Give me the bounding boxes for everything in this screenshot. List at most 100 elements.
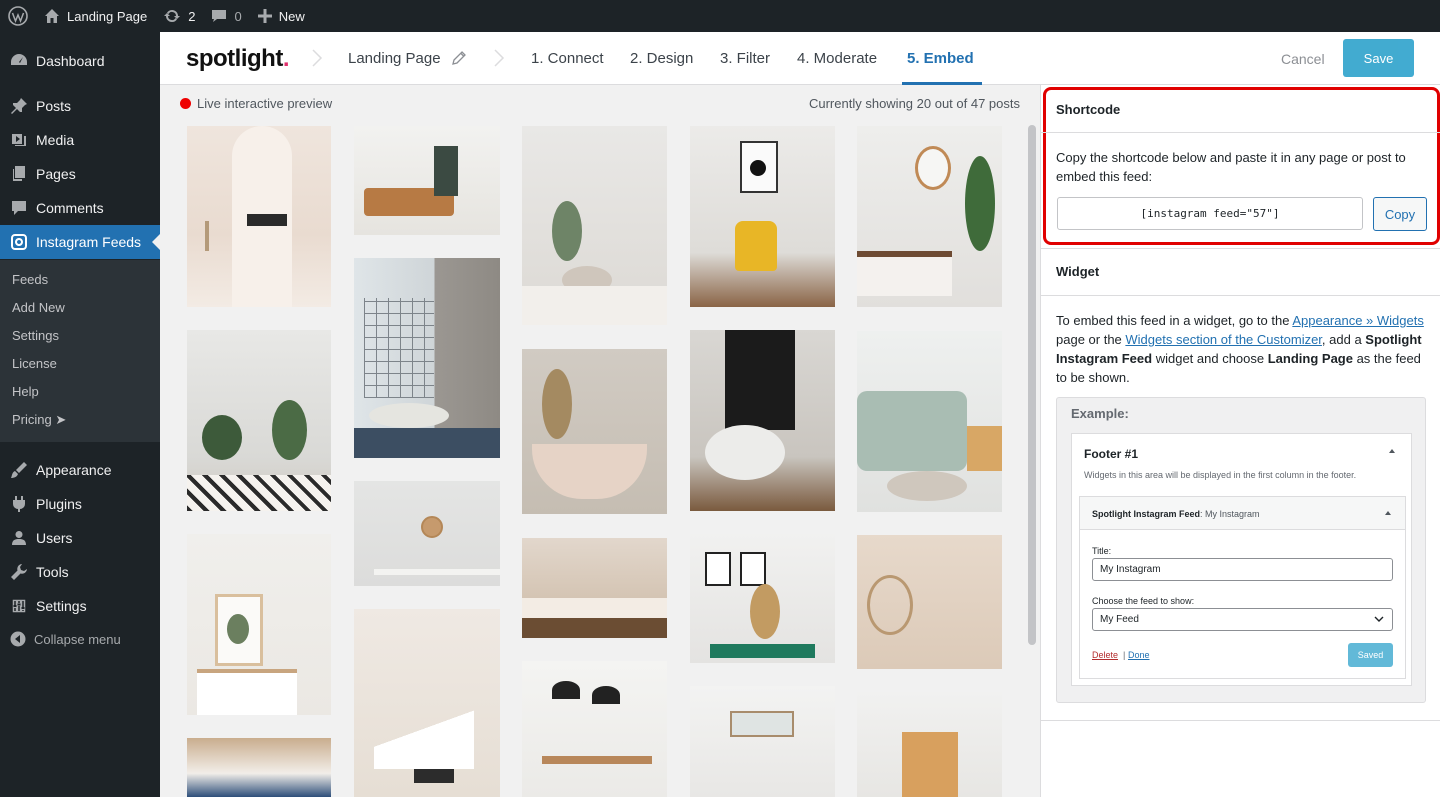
sidebar-item-posts[interactable]: Posts [0,89,160,123]
new-content-link[interactable]: New [250,0,313,32]
feed-post-image[interactable] [690,330,835,511]
comments-link[interactable]: 0 [203,0,249,32]
plus-icon [257,9,272,23]
sidebar-item-label: Dashboard [36,53,105,69]
submenu-item-add-new[interactable]: Add New [12,298,65,318]
feed-post-image[interactable] [857,692,1002,797]
tab-embed[interactable]: 5. Embed [907,50,974,67]
copy-shortcode-button[interactable]: Copy [1373,197,1427,231]
sidebar-item-tools[interactable]: Tools [0,555,160,589]
done-link: Done [1128,650,1150,660]
feed-post-image[interactable] [354,258,500,458]
plugin-icon [13,496,25,512]
footer-area-title: Footer #1 [1084,447,1139,461]
tab-filter[interactable]: 3. Filter [720,50,770,67]
comments-count: 0 [234,8,242,24]
widget-section-title: Widget [1056,264,1100,279]
feed-post-image[interactable] [187,330,331,511]
feed-post-image[interactable] [690,686,835,797]
posts-count-text: Currently showing 20 out of 47 posts [808,96,1020,111]
feed-post-image[interactable] [522,126,667,325]
wrench-icon [11,564,27,580]
chevron-right-icon [312,49,323,67]
spotlight-widget-header: Spotlight Instagram Feed: My Instagram [1080,497,1405,530]
sidebar-item-label: Pages [36,166,76,182]
appearance-widgets-link[interactable]: Appearance » Widgets [1292,313,1424,328]
footer-widget-area: Footer #1 Widgets in this area will be d… [1071,433,1412,686]
tab-connect[interactable]: 1. Connect [531,50,604,67]
feed-post-image[interactable] [857,126,1002,307]
sidebar-item-label: Tools [36,564,69,580]
feed-post-image[interactable] [354,481,500,586]
feed-post-image[interactable] [857,331,1002,512]
feed-select: My Feed [1092,608,1393,631]
sidebar-item-appearance[interactable]: Appearance [0,453,160,487]
title-field: My Instagram [1092,558,1393,581]
feed-post-image[interactable] [187,126,331,307]
feed-preview: Live interactive preview Currently showi… [160,85,1040,797]
preview-scrollbar[interactable] [1028,125,1036,645]
comment-icon [12,201,26,215]
sidebar-item-media[interactable]: Media [0,123,160,157]
feed-post-image[interactable] [690,126,835,307]
feed-post-image[interactable] [690,534,835,663]
tab-moderate[interactable]: 4. Moderate [797,50,877,67]
feed-post-image[interactable] [857,535,1002,669]
shortcode-field[interactable]: [instagram feed="57"] [1057,197,1363,230]
feed-name-label[interactable]: Landing Page [348,50,441,67]
sidebar-item-label: Appearance [36,462,112,478]
collapse-menu-button[interactable]: Collapse menu [0,622,160,656]
delete-link: Delete [1092,650,1119,660]
feed-post-image[interactable] [187,534,331,715]
sidebar-item-label: Settings [36,598,87,614]
collapse-arrow-icon [10,631,26,647]
admin-sidebar: Dashboard Posts Media Pages Comments Ins… [0,32,160,797]
site-name: Landing Page [67,8,148,24]
chevron-right-icon [494,49,505,67]
updates-link[interactable]: 2 [155,0,203,32]
divider [1041,720,1440,721]
spotlight-logo: spotlight. [186,45,289,72]
embed-options-panel: Shortcode Copy the shortcode below and p… [1040,85,1440,797]
divider [1041,295,1440,296]
customizer-widgets-link[interactable]: Widgets section of the Customizer [1125,332,1322,347]
sidebar-item-plugins[interactable]: Plugins [0,487,160,521]
shortcode-section-title: Shortcode [1056,102,1121,117]
submenu-item-settings[interactable]: Settings [12,326,59,346]
feed-post-image[interactable] [354,126,500,235]
spotlight-widget-title: Spotlight Instagram Feed: My Instagram [1092,509,1260,519]
sidebar-item-users[interactable]: Users [0,521,160,555]
submenu-item-feeds[interactable]: Feeds [12,270,48,290]
sidebar-item-label: Plugins [36,496,82,512]
cancel-button[interactable]: Cancel [1281,51,1325,67]
new-label: New [278,8,305,24]
sidebar-item-comments[interactable]: Comments [0,191,160,225]
example-label: Example: [1071,406,1129,421]
feed-post-image[interactable] [522,538,667,638]
save-button[interactable]: Save [1343,39,1414,77]
feed-post-image[interactable] [354,609,500,797]
feed-post-image[interactable] [522,661,667,797]
widget-example: Example: Footer #1 Widgets in this area … [1056,397,1426,703]
wordpress-logo-icon[interactable] [0,0,36,32]
sidebar-item-instagram-feeds[interactable]: Instagram Feeds [0,225,160,259]
submenu-item-pricing[interactable]: Pricing ➤ [12,410,66,430]
spotlight-widget-box: Spotlight Instagram Feed: My Instagram T… [1079,496,1406,679]
feed-post-image[interactable] [522,349,667,514]
feed-select-label: Choose the feed to show: [1092,596,1195,606]
sidebar-item-pages[interactable]: Pages [0,157,160,191]
sidebar-item-dashboard[interactable]: Dashboard [0,44,160,78]
feed-post-image[interactable] [187,738,331,797]
live-indicator-icon [180,98,191,109]
tab-design[interactable]: 2. Design [630,50,693,67]
submenu-item-license[interactable]: License [12,354,57,374]
footer-area-description: Widgets in this area will be displayed i… [1084,470,1357,480]
sidebar-item-label: Users [36,530,73,546]
sidebar-item-settings[interactable]: Settings [0,589,160,623]
pencil-icon[interactable] [452,51,466,65]
sidebar-item-label: Media [36,132,75,148]
submenu-item-help[interactable]: Help [12,382,39,402]
site-name-link[interactable]: Landing Page [36,0,155,32]
sidebar-item-label: Instagram Feeds [36,234,142,250]
divider [1041,132,1440,133]
